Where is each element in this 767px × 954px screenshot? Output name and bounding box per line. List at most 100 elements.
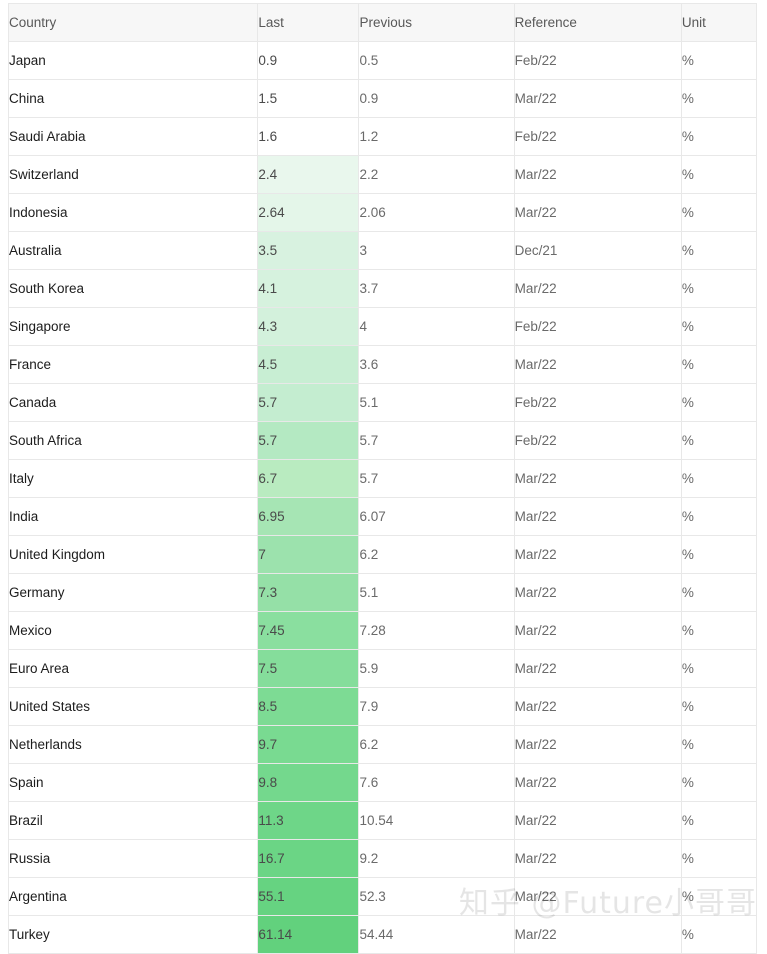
table-cell-last: 1.5 xyxy=(257,79,360,118)
table-row[interactable]: Indonesia 2.64 2.06 Mar/22% xyxy=(7,193,758,232)
table-cell-reference: Mar/22 xyxy=(513,345,682,384)
table-row[interactable]: Mexico 7.45 7.28 Mar/22% xyxy=(7,611,758,650)
table-cell-country[interactable]: United Kingdom xyxy=(7,535,259,574)
table-cell-country[interactable]: Euro Area xyxy=(7,649,259,688)
table-cell-unit: % xyxy=(680,649,758,688)
table-row[interactable]: South Africa 5.7 5.7 Feb/22% xyxy=(7,421,758,460)
table-row[interactable]: Japan 0.9 0.5 Feb/22% xyxy=(7,41,758,80)
table-cell-country[interactable]: Spain xyxy=(7,763,259,802)
table-cell-country[interactable]: France xyxy=(7,345,259,384)
table-cell-country[interactable]: United States xyxy=(7,687,259,726)
table-row[interactable]: Turkey 61.14 54.44 Mar/22% xyxy=(7,915,758,954)
table-cell-country[interactable]: Switzerland xyxy=(7,155,259,194)
table-cell-country[interactable]: Russia xyxy=(7,839,259,878)
column-header-last[interactable]: Last xyxy=(257,3,360,42)
table-cell-previous: 5.9 xyxy=(358,649,515,688)
table-cell-last: 55.1 xyxy=(257,877,360,916)
table-cell-unit: % xyxy=(680,573,758,612)
table-cell-last: 5.7 xyxy=(257,383,360,422)
table-cell-last: 7.5 xyxy=(257,649,360,688)
table-cell-previous: 1.2 xyxy=(358,117,515,156)
table-cell-country[interactable]: Canada xyxy=(7,383,259,422)
table-cell-country[interactable]: China xyxy=(7,79,259,118)
table-cell-reference: Mar/22 xyxy=(513,801,682,840)
table-cell-country[interactable]: Germany xyxy=(7,573,259,612)
table-cell-unit: % xyxy=(680,459,758,498)
table-cell-last: 4.3 xyxy=(257,307,360,346)
table-cell-unit: % xyxy=(680,345,758,384)
table-row[interactable]: Brazil 11.3 10.54 Mar/22% xyxy=(7,801,758,840)
table-cell-country[interactable]: Saudi Arabia xyxy=(7,117,259,156)
table-row[interactable]: Switzerland 2.4 2.2 Mar/22% xyxy=(7,155,758,194)
table-row[interactable]: United Kingdom 7 6.2 Mar/22% xyxy=(7,535,758,574)
table-cell-last: 0.9 xyxy=(257,41,360,80)
column-header-previous[interactable]: Previous xyxy=(358,3,515,42)
table-row[interactable]: Argentina 55.1 52.3 Mar/22% xyxy=(7,877,758,916)
table-cell-unit: % xyxy=(680,269,758,308)
table-row[interactable]: France 4.5 3.6 Mar/22% xyxy=(7,345,758,384)
table-cell-reference: Mar/22 xyxy=(513,915,682,954)
column-header-country[interactable]: Country xyxy=(7,3,259,42)
table-row[interactable]: Germany 7.3 5.1 Mar/22% xyxy=(7,573,758,612)
table-cell-unit: % xyxy=(680,801,758,840)
table-cell-previous: 3.6 xyxy=(358,345,515,384)
table-cell-unit: % xyxy=(680,725,758,764)
table-cell-country[interactable]: Singapore xyxy=(7,307,259,346)
table-row[interactable]: China 1.5 0.9 Mar/22% xyxy=(7,79,758,118)
table-cell-country[interactable]: Netherlands xyxy=(7,725,259,764)
table-header: Country Last Previous Reference Unit xyxy=(7,3,758,42)
table-cell-country[interactable]: Brazil xyxy=(7,801,259,840)
table-cell-last: 7 xyxy=(257,535,360,574)
table-cell-previous: 52.3 xyxy=(358,877,515,916)
table-row[interactable]: South Korea 4.1 3.7 Mar/22% xyxy=(7,269,758,308)
table-cell-previous: 5.1 xyxy=(358,573,515,612)
table-row[interactable]: Singapore 4.3 4 Feb/22% xyxy=(7,307,758,346)
table-body: Japan 0.9 0.5 Feb/22% China 1.5 0.9 Mar/22% Saud… xyxy=(7,41,758,954)
table-row[interactable]: Russia 16.7 9.2 Mar/22% xyxy=(7,839,758,878)
table-cell-country[interactable]: India xyxy=(7,497,259,536)
inflation-rates-table: Country Last Previous Reference Unit Jap… xyxy=(7,3,758,954)
table-cell-country[interactable]: Australia xyxy=(7,231,259,270)
table-row[interactable]: Saudi Arabia 1.6 1.2 Feb/22% xyxy=(7,117,758,156)
table-cell-country[interactable]: Turkey xyxy=(7,915,259,954)
table-cell-country[interactable]: South Korea xyxy=(7,269,259,308)
table-cell-reference: Mar/22 xyxy=(513,573,682,612)
table-cell-unit: % xyxy=(680,421,758,460)
table-cell-previous: 3 xyxy=(358,231,515,270)
table-row[interactable]: Australia 3.5 3 Dec/21% xyxy=(7,231,758,270)
table-cell-country[interactable]: Italy xyxy=(7,459,259,498)
table-row[interactable]: Netherlands 9.7 6.2 Mar/22% xyxy=(7,725,758,764)
table-cell-reference: Mar/22 xyxy=(513,193,682,232)
column-header-unit[interactable]: Unit xyxy=(680,3,758,42)
table-row[interactable]: Canada 5.7 5.1 Feb/22% xyxy=(7,383,758,422)
table-cell-country[interactable]: South Africa xyxy=(7,421,259,460)
table-cell-previous: 4 xyxy=(358,307,515,346)
table-row[interactable]: Italy 6.7 5.7 Mar/22% xyxy=(7,459,758,498)
table-cell-country[interactable]: Indonesia xyxy=(7,193,259,232)
table-row[interactable]: United States 8.5 7.9 Mar/22% xyxy=(7,687,758,726)
table-cell-unit: % xyxy=(680,117,758,156)
table-cell-previous: 10.54 xyxy=(358,801,515,840)
table-cell-reference: Mar/22 xyxy=(513,649,682,688)
table-cell-last: 2.4 xyxy=(257,155,360,194)
table-cell-unit: % xyxy=(680,193,758,232)
table-cell-reference: Mar/22 xyxy=(513,687,682,726)
table-cell-unit: % xyxy=(680,307,758,346)
table-row[interactable]: Euro Area 7.5 5.9 Mar/22% xyxy=(7,649,758,688)
table-cell-previous: 7.6 xyxy=(358,763,515,802)
table-cell-country[interactable]: Mexico xyxy=(7,611,259,650)
table-cell-last: 11.3 xyxy=(257,801,360,840)
table-cell-reference: Mar/22 xyxy=(513,611,682,650)
table-cell-reference: Feb/22 xyxy=(513,117,682,156)
table-cell-last: 1.6 xyxy=(257,117,360,156)
table-row[interactable]: Spain 9.8 7.6 Mar/22% xyxy=(7,763,758,802)
table-row[interactable]: India 6.95 6.07 Mar/22% xyxy=(7,497,758,536)
table-cell-last: 6.7 xyxy=(257,459,360,498)
column-header-reference[interactable]: Reference xyxy=(513,3,682,42)
table-cell-country[interactable]: Japan xyxy=(7,41,259,80)
table-cell-reference: Mar/22 xyxy=(513,725,682,764)
table-cell-previous: 6.2 xyxy=(358,725,515,764)
table-cell-country[interactable]: Argentina xyxy=(7,877,259,916)
table-cell-reference: Feb/22 xyxy=(513,383,682,422)
table-cell-unit: % xyxy=(680,877,758,916)
